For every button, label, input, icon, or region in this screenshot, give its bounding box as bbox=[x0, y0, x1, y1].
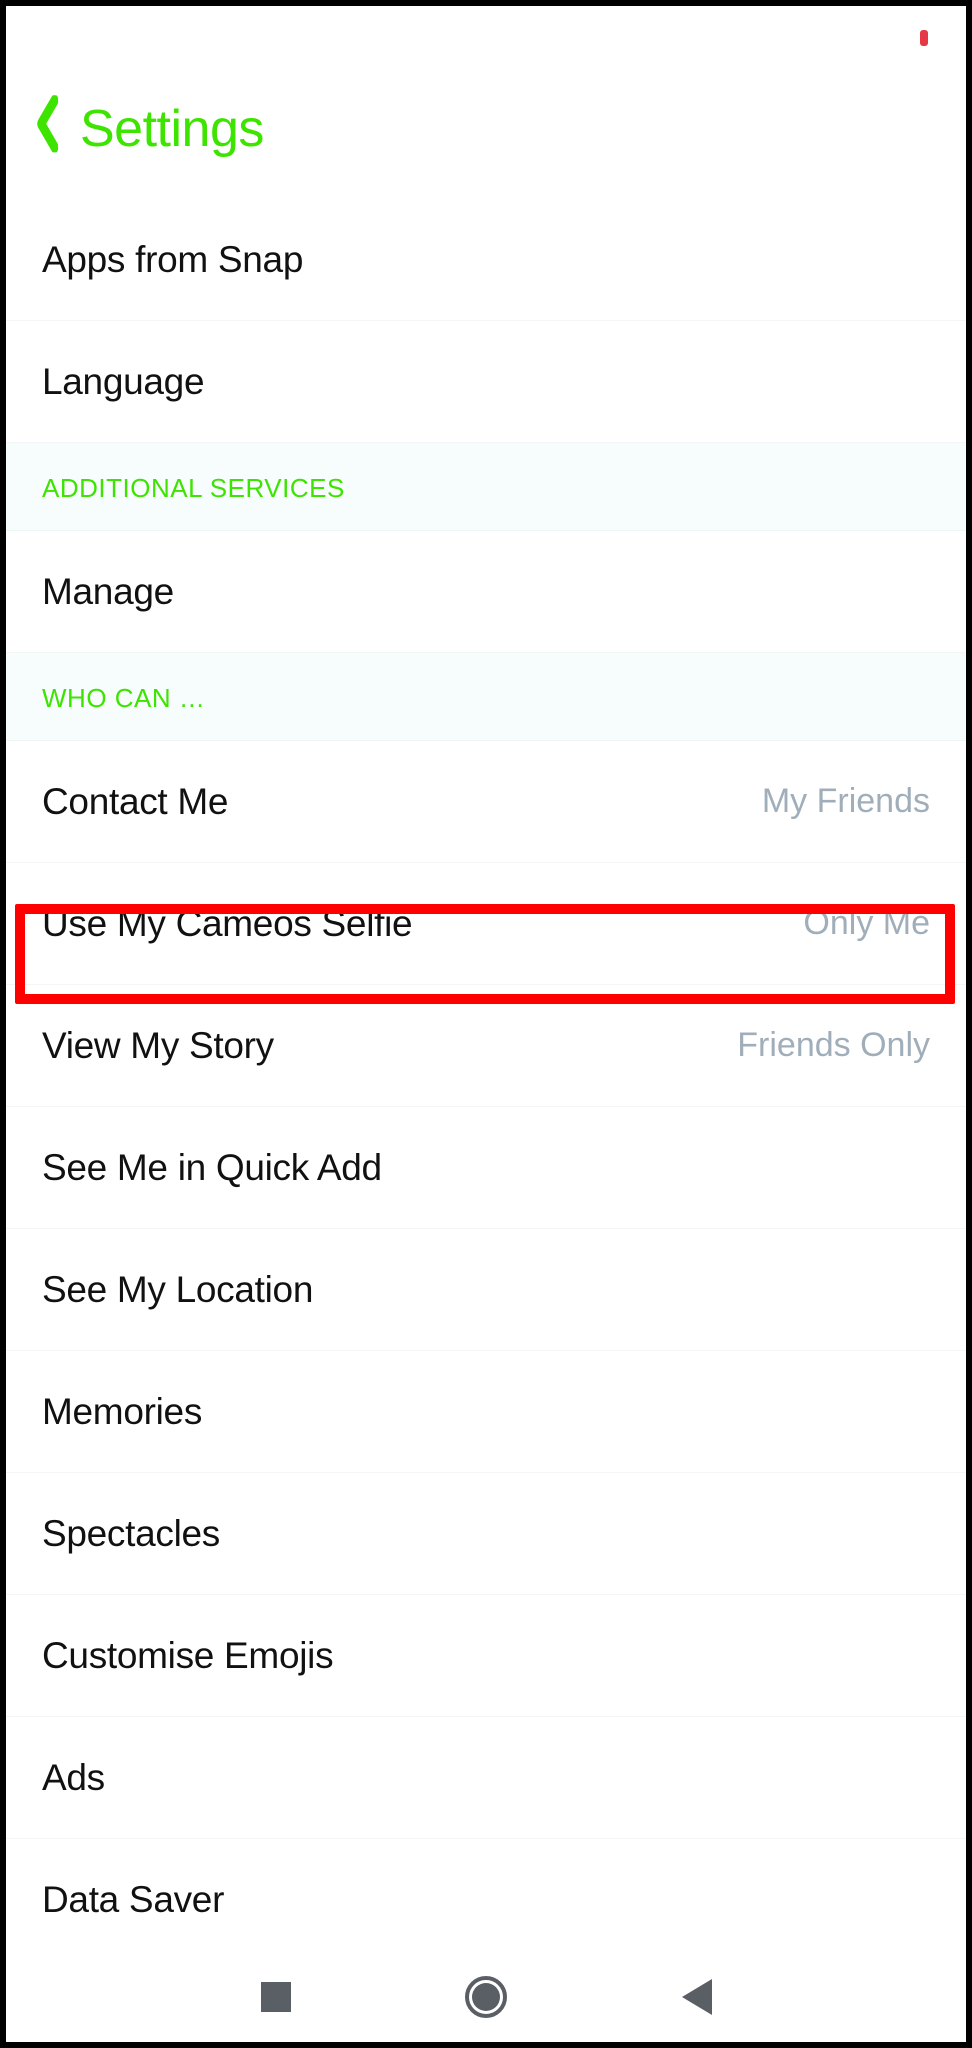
settings-item-data-saver[interactable]: Data Saver bbox=[6, 1839, 966, 1952]
header: Settings bbox=[6, 71, 966, 199]
section-header-label: ADDITIONAL SERVICES bbox=[42, 473, 345, 503]
settings-item-view-my-story[interactable]: View My Story Friends Only bbox=[6, 985, 966, 1107]
chevron-left-icon bbox=[36, 95, 58, 152]
item-label: Data Saver bbox=[42, 1879, 224, 1921]
nav-recent-button[interactable] bbox=[261, 1982, 291, 2012]
nav-home-button[interactable] bbox=[465, 1976, 507, 2018]
nav-home-circle-icon bbox=[472, 1983, 500, 2011]
nav-back-button[interactable] bbox=[682, 1979, 712, 2015]
item-value: My Friends bbox=[762, 782, 930, 821]
item-label: View My Story bbox=[42, 1025, 274, 1067]
item-value: Only Me bbox=[803, 904, 930, 943]
item-label: Ads bbox=[42, 1757, 105, 1799]
settings-content: Settings Apps from Snap Language ADDITIO… bbox=[6, 71, 966, 1952]
item-label: Use My Cameos Selfie bbox=[42, 903, 412, 945]
status-bar bbox=[6, 6, 966, 66]
section-header-additional-services: ADDITIONAL SERVICES bbox=[6, 443, 966, 531]
item-label: Contact Me bbox=[42, 781, 228, 823]
settings-item-use-my-cameos-selfie[interactable]: Use My Cameos Selfie Only Me bbox=[6, 863, 966, 985]
settings-item-memories[interactable]: Memories bbox=[6, 1351, 966, 1473]
settings-item-customise-emojis[interactable]: Customise Emojis bbox=[6, 1595, 966, 1717]
item-label: Language bbox=[42, 361, 204, 403]
settings-item-apps-from-snap[interactable]: Apps from Snap bbox=[6, 199, 966, 321]
back-button[interactable] bbox=[36, 95, 58, 163]
section-header-label: WHO CAN … bbox=[42, 683, 205, 713]
item-label: See Me in Quick Add bbox=[42, 1147, 382, 1189]
item-value: Friends Only bbox=[737, 1026, 930, 1065]
settings-item-contact-me[interactable]: Contact Me My Friends bbox=[6, 741, 966, 863]
settings-item-see-me-in-quick-add[interactable]: See Me in Quick Add bbox=[6, 1107, 966, 1229]
section-header-who-can: WHO CAN … bbox=[6, 653, 966, 741]
item-label: Manage bbox=[42, 571, 174, 613]
settings-item-see-my-location[interactable]: See My Location bbox=[6, 1229, 966, 1351]
settings-item-manage[interactable]: Manage bbox=[6, 531, 966, 653]
settings-item-spectacles[interactable]: Spectacles bbox=[6, 1473, 966, 1595]
settings-item-ads[interactable]: Ads bbox=[6, 1717, 966, 1839]
battery-low-icon bbox=[920, 30, 928, 46]
settings-item-language[interactable]: Language bbox=[6, 321, 966, 443]
item-label: Customise Emojis bbox=[42, 1635, 333, 1677]
android-nav-bar bbox=[6, 1952, 966, 2042]
item-label: Apps from Snap bbox=[42, 239, 303, 281]
page-title: Settings bbox=[80, 99, 264, 159]
item-label: Spectacles bbox=[42, 1513, 220, 1555]
item-label: See My Location bbox=[42, 1269, 313, 1311]
item-label: Memories bbox=[42, 1391, 202, 1433]
